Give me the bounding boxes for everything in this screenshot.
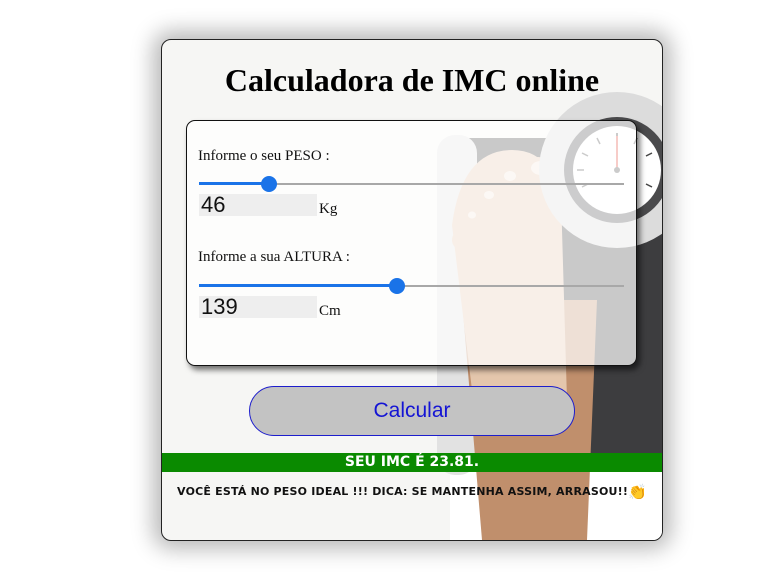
height-slider-fill — [199, 284, 397, 287]
result-message-text: VOCÊ ESTÁ NO PESO IDEAL !!! DICA: SE MAN… — [177, 485, 629, 498]
height-slider-thumb[interactable] — [388, 278, 405, 294]
calculate-button[interactable]: Calcular — [249, 386, 575, 436]
weight-slider-fill — [199, 182, 270, 185]
weight-unit: Kg — [319, 201, 338, 217]
height-unit: Cm — [319, 303, 341, 319]
weight-slider[interactable] — [199, 174, 624, 194]
imc-card: Calculadora de IMC online Informe o seu … — [161, 39, 663, 541]
page-title: Calculadora de IMC online — [224, 62, 600, 98]
result-message: VOCÊ ESTÁ NO PESO IDEAL !!! DICA: SE MAN… — [162, 483, 662, 501]
imc-form: Informe o seu PESO : 46 Kg Informe a sua… — [186, 120, 637, 366]
weight-input[interactable]: 46 — [199, 194, 317, 216]
weight-label: Informe o seu PESO : — [198, 148, 330, 164]
imc-result: SEU IMC É 23.81. — [162, 453, 662, 472]
height-slider[interactable] — [199, 276, 624, 296]
height-input[interactable]: 139 — [199, 296, 317, 318]
weight-slider-thumb[interactable] — [261, 176, 278, 192]
height-label: Informe a sua ALTURA : — [198, 249, 350, 265]
clapping-hands-icon: 👏 — [628, 483, 647, 501]
